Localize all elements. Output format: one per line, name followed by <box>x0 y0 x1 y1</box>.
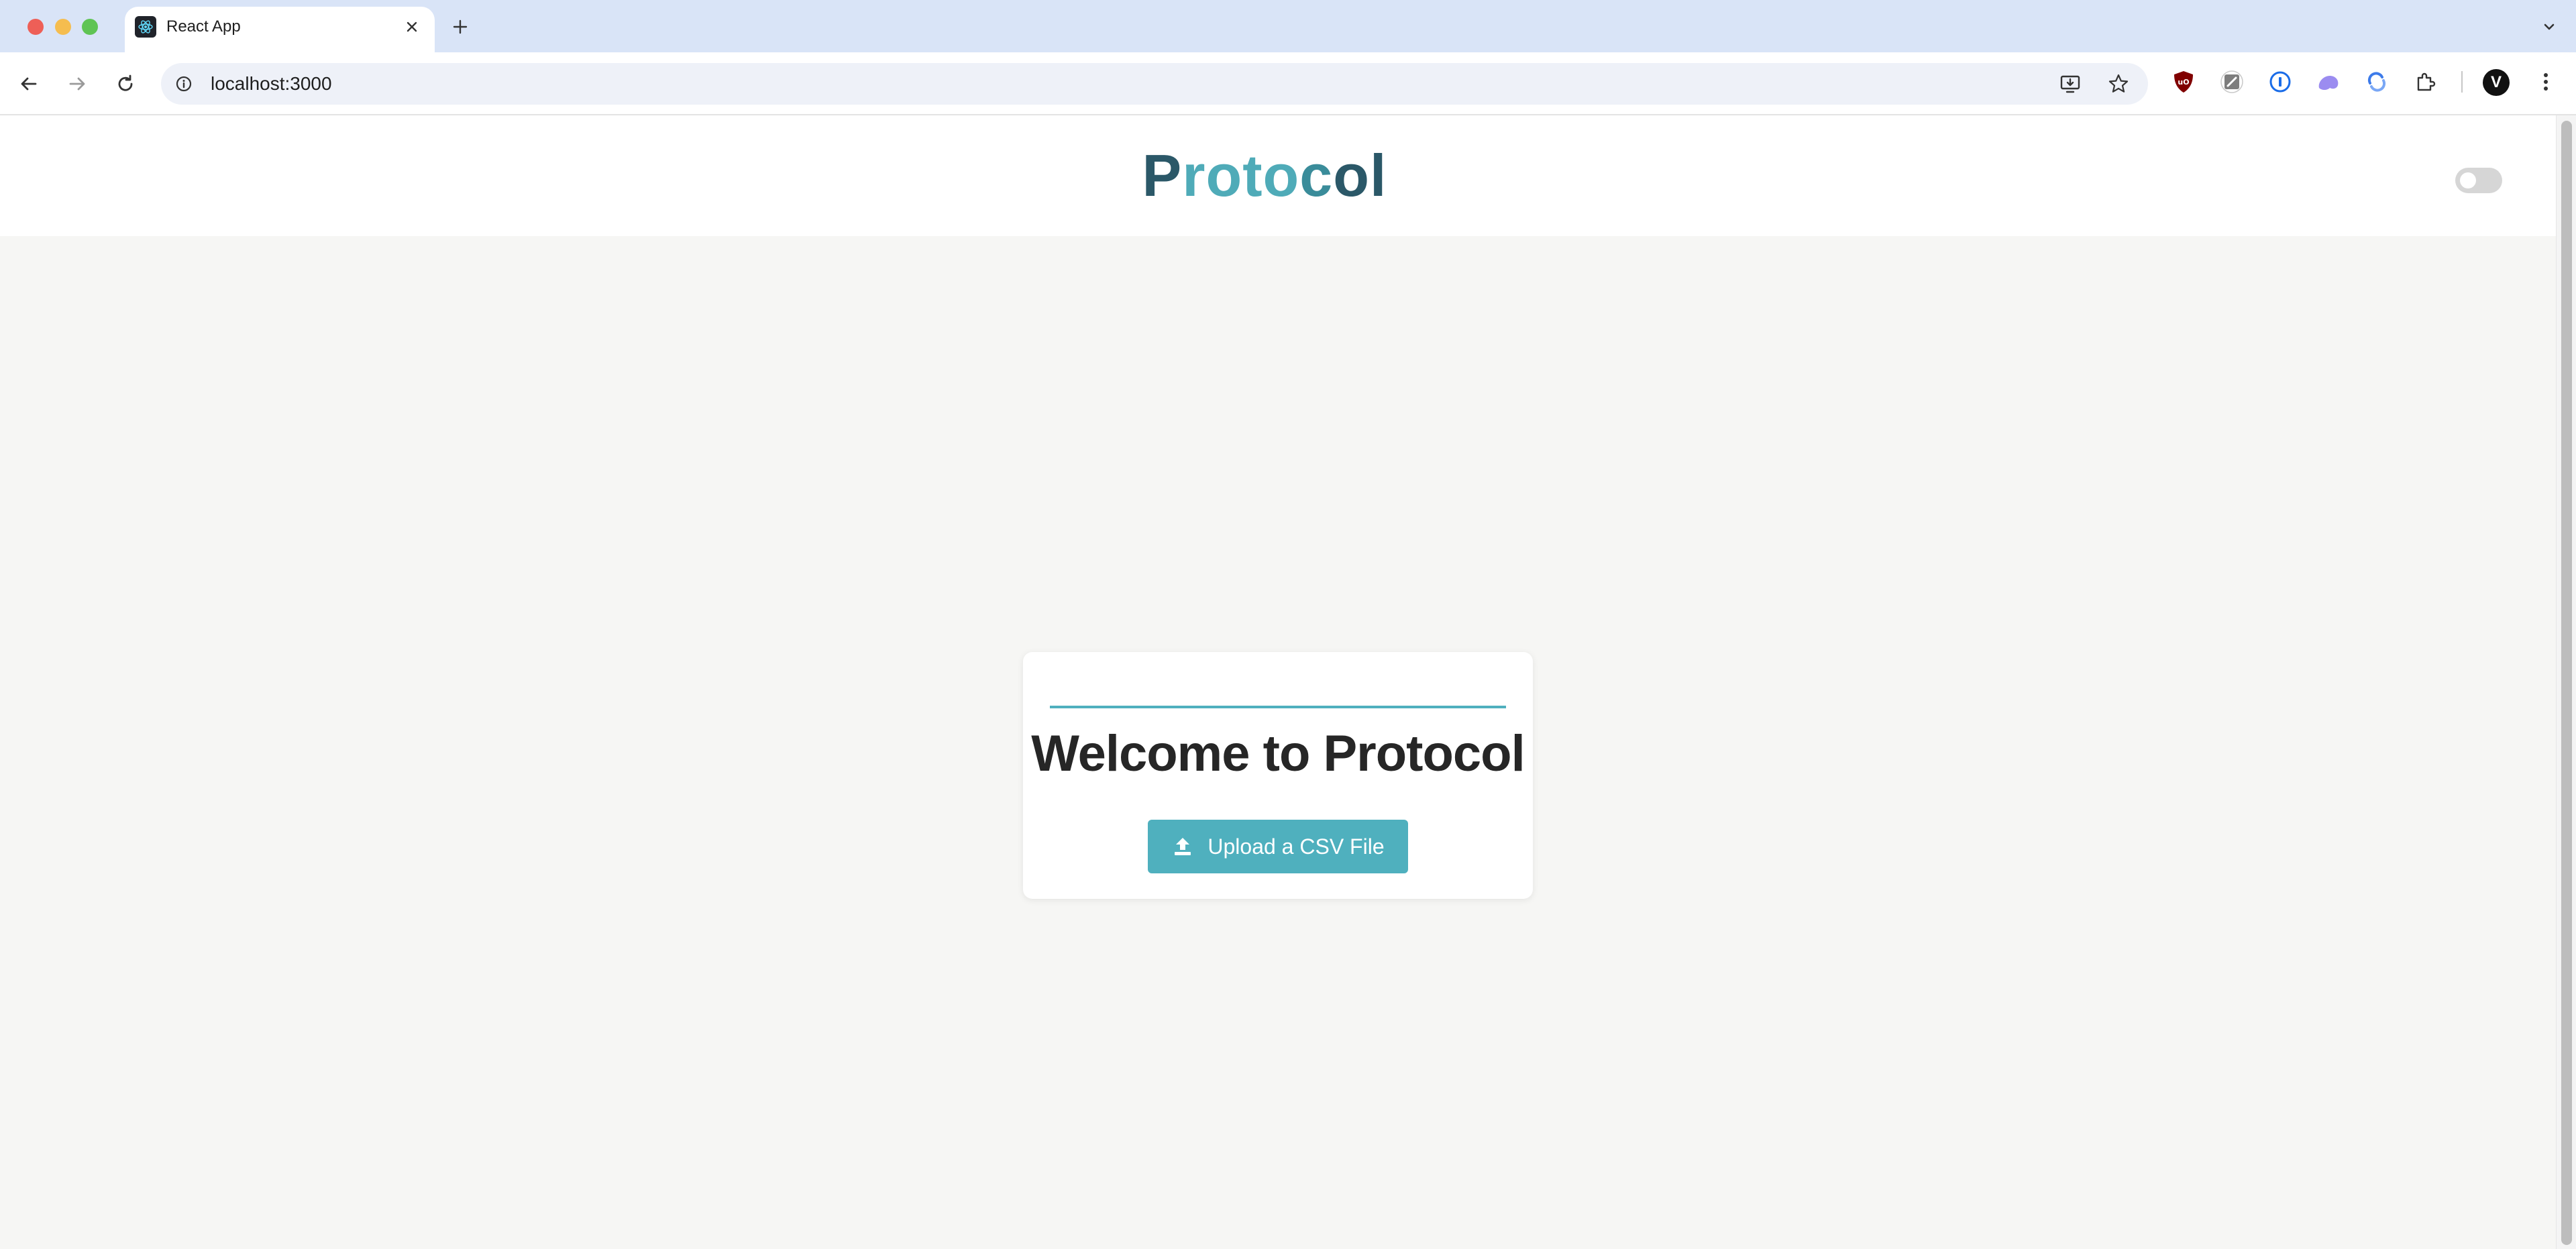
scrollbar-thumb[interactable] <box>2561 121 2572 1245</box>
forward-arrow-icon[interactable] <box>62 68 93 99</box>
upload-csv-button[interactable]: Upload a CSV File <box>1148 820 1408 873</box>
brand-part: c <box>1299 142 1334 209</box>
ublock-shield-icon[interactable]: uO <box>2170 68 2197 95</box>
more-menu-icon[interactable] <box>2532 68 2559 95</box>
upload-icon <box>1171 835 1194 858</box>
page-scrollbar[interactable] <box>2556 115 2576 1249</box>
back-arrow-icon[interactable] <box>13 68 44 99</box>
reload-icon[interactable] <box>110 68 141 99</box>
toolbar-divider <box>2461 71 2463 93</box>
browser-tabstrip: React App <box>0 0 2576 52</box>
bookmark-star-icon[interactable] <box>2106 72 2131 96</box>
url-text[interactable]: localhost:3000 <box>211 73 332 95</box>
sync-extension-icon[interactable] <box>2363 68 2390 95</box>
upload-button-label: Upload a CSV File <box>1208 834 1385 859</box>
new-tab-icon[interactable] <box>448 15 472 39</box>
password-manager-icon[interactable] <box>2267 68 2294 95</box>
cloud-extension-icon[interactable] <box>2315 68 2342 95</box>
dark-mode-toggle[interactable] <box>2455 168 2502 193</box>
maximize-window-button[interactable] <box>82 19 98 35</box>
notes-extension-icon[interactable] <box>2218 68 2245 95</box>
brand-part: P <box>1142 142 1183 209</box>
toggle-knob <box>2460 172 2476 188</box>
welcome-title: Welcome to Protocol <box>1031 725 1525 782</box>
minimize-window-button[interactable] <box>55 19 71 35</box>
tab-title: React App <box>166 17 241 36</box>
close-tab-icon[interactable] <box>401 16 423 38</box>
tab-search-chevron-icon[interactable] <box>2536 13 2563 40</box>
profile-avatar[interactable]: V <box>2483 69 2510 96</box>
svg-text:uO: uO <box>2178 78 2189 87</box>
close-window-button[interactable] <box>28 19 44 35</box>
site-info-icon[interactable] <box>173 73 195 95</box>
address-bar[interactable]: localhost:3000 <box>161 63 2148 105</box>
browser-tab-active[interactable]: React App <box>125 7 435 52</box>
brand-part: roto <box>1182 142 1300 209</box>
card-accent-rule <box>1050 706 1506 708</box>
extensions-puzzle-icon[interactable] <box>2412 68 2438 95</box>
welcome-card: Welcome to Protocol Upload a CSV File <box>1023 652 1533 899</box>
brand-part: ol <box>1333 142 1387 209</box>
app-header: Protocol <box>0 115 2556 236</box>
brand-logo: Protocol <box>0 142 2529 209</box>
react-logo-icon <box>135 16 156 38</box>
install-app-icon[interactable] <box>2058 72 2082 96</box>
